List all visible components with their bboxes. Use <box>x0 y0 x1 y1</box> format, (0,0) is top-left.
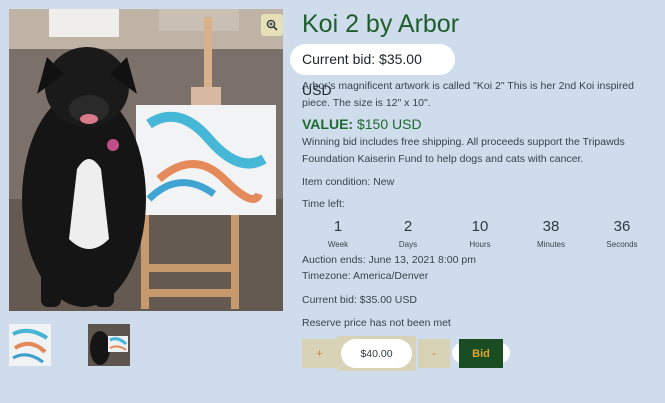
dog-thumbnail-image <box>88 324 130 366</box>
countdown-unit: Seconds <box>606 240 638 249</box>
painting-thumbnail-image <box>9 324 51 366</box>
countdown-unit: Week <box>327 240 349 249</box>
bid-amount-input[interactable] <box>341 339 412 368</box>
thumbnail-painting[interactable] <box>9 324 51 366</box>
dog-painting-photo <box>9 9 283 311</box>
bid-button[interactable]: Bid <box>459 339 503 368</box>
countdown-timer: 1 Week 2 Days 10 Hours 38 Minutes 36 Sec… <box>302 217 658 251</box>
countdown-days: 2 Days <box>372 217 444 249</box>
countdown-value: 36 <box>613 218 631 235</box>
current-bid-highlight: Current bid: $35.00 USD <box>290 44 455 98</box>
countdown-unit: Hours <box>469 240 491 249</box>
item-condition: Item condition: New <box>302 176 395 188</box>
countdown-value: 1 <box>333 218 343 235</box>
current-bid-text: Current bid: $35.00 USD <box>302 294 417 306</box>
countdown-unit: Days <box>398 240 418 249</box>
zoom-in-icon <box>266 19 278 31</box>
thumbnail-dog[interactable] <box>88 324 130 366</box>
time-left-label: Time left: <box>302 198 345 210</box>
countdown-unit: Minutes <box>536 240 565 249</box>
value-label: VALUE: <box>302 116 354 132</box>
countdown-value: 10 <box>471 218 489 235</box>
countdown-value: 38 <box>542 218 560 235</box>
zoom-button[interactable] <box>261 14 283 36</box>
countdown-weeks: 1 Week <box>302 217 374 249</box>
value-amount: $150 USD <box>356 116 422 132</box>
countdown-seconds: 36 Seconds <box>586 217 658 249</box>
increase-bid-button[interactable]: + <box>302 339 337 368</box>
decrease-bid-button[interactable]: - <box>418 339 450 368</box>
main-product-image[interactable] <box>9 9 283 311</box>
value-line: VALUE: $150 USD <box>302 116 422 132</box>
shipping-note: Winning bid includes free shipping. All … <box>302 136 625 165</box>
auction-timezone: Timezone: America/Denver <box>302 270 429 282</box>
product-description: Arbor’s magnificent artwork is called "K… <box>302 80 634 109</box>
auction-end-time: Auction ends: June 13, 2021 8:00 pm <box>302 254 476 266</box>
countdown-value: 2 <box>403 218 413 235</box>
countdown-hours: 10 Hours <box>444 217 516 249</box>
reserve-status: Reserve price has not been met <box>302 317 451 329</box>
countdown-minutes: 38 Minutes <box>515 217 587 249</box>
product-title: Koi 2 by Arbor <box>302 10 460 38</box>
